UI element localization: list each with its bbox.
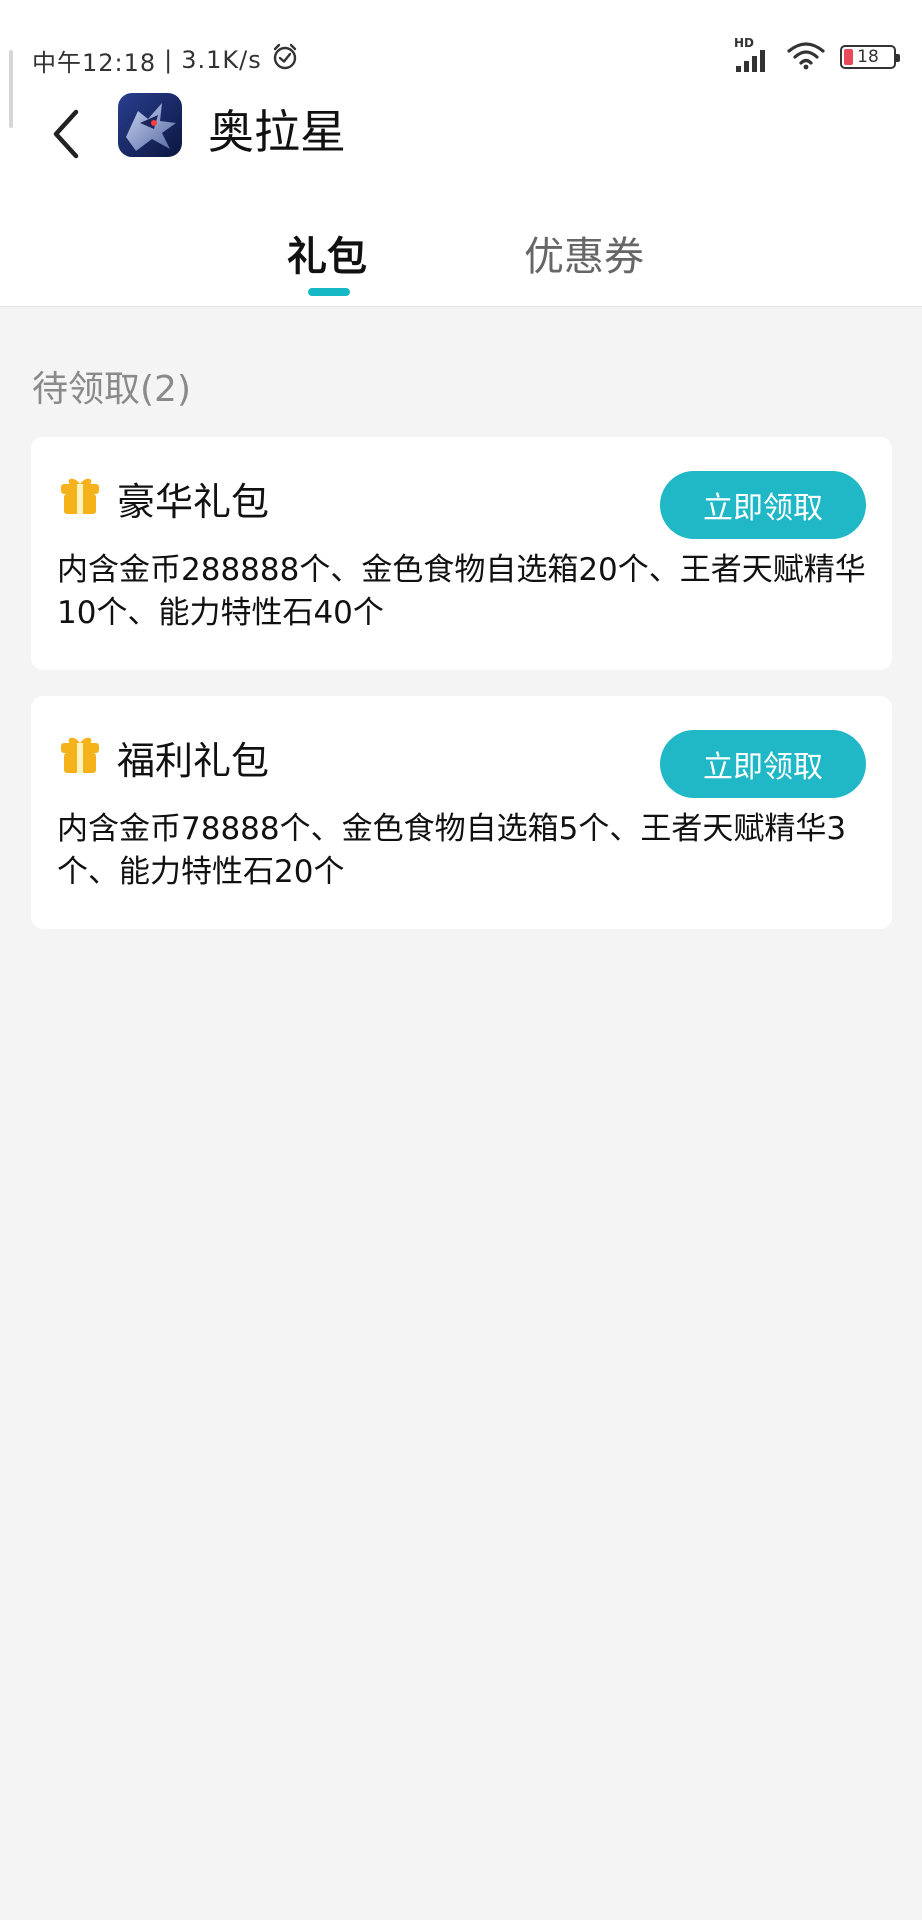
app-header: 奥拉星 — [0, 88, 922, 178]
status-left: 中午12:18 | 3.1K/s — [32, 42, 300, 78]
status-divider: | — [164, 46, 174, 74]
game-icon — [118, 93, 182, 157]
gift-icon — [59, 475, 101, 515]
gift-card: 福利礼包 立即领取 内含金币78888个、金色食物自选箱5个、王者天赋精华3个、… — [31, 696, 892, 929]
chevron-left-icon — [53, 109, 79, 159]
gift-description: 内含金币78888个、金色食物自选箱5个、王者天赋精华3个、能力特性石20个 — [57, 811, 847, 890]
claim-button[interactable]: 立即领取 — [660, 730, 866, 798]
tab-coupons[interactable]: 优惠券 — [524, 224, 644, 282]
gift-icon — [59, 734, 101, 774]
section-title: 待领取(2) — [32, 369, 191, 410]
battery-icon: 18 — [840, 45, 900, 69]
gift-description: 内含金币288888个、金色食物自选箱20个、王者天赋精华10个、能力特性石40… — [57, 552, 866, 631]
wifi-icon — [786, 40, 826, 74]
gift-title: 福利礼包 — [117, 739, 270, 783]
battery-level — [844, 49, 853, 65]
tab-bar: 礼包 优惠券 — [0, 214, 922, 306]
gift-card: 豪华礼包 立即领取 内含金币288888个、金色食物自选箱20个、王者天赋精华1… — [31, 437, 892, 670]
claim-button[interactable]: 立即领取 — [660, 471, 866, 539]
alarm-icon — [270, 42, 300, 78]
battery-percent: 18 — [857, 47, 879, 67]
gift-title: 豪华礼包 — [117, 480, 270, 524]
back-button[interactable] — [44, 100, 92, 166]
page-title: 奥拉星 — [208, 105, 346, 159]
top-panel: 中午12:18 | 3.1K/s HD 18 奥拉星 礼包 优惠券 — [0, 0, 922, 307]
status-speed: 3.1K/s — [181, 46, 262, 74]
signal-icon: HD — [734, 36, 772, 72]
tab-gift-packs[interactable]: 礼包 — [287, 224, 367, 282]
battery-nub — [896, 54, 900, 62]
status-time: 中午12:18 — [32, 48, 157, 77]
tab-indicator — [308, 288, 350, 296]
status-right: HD 18 — [734, 36, 900, 74]
